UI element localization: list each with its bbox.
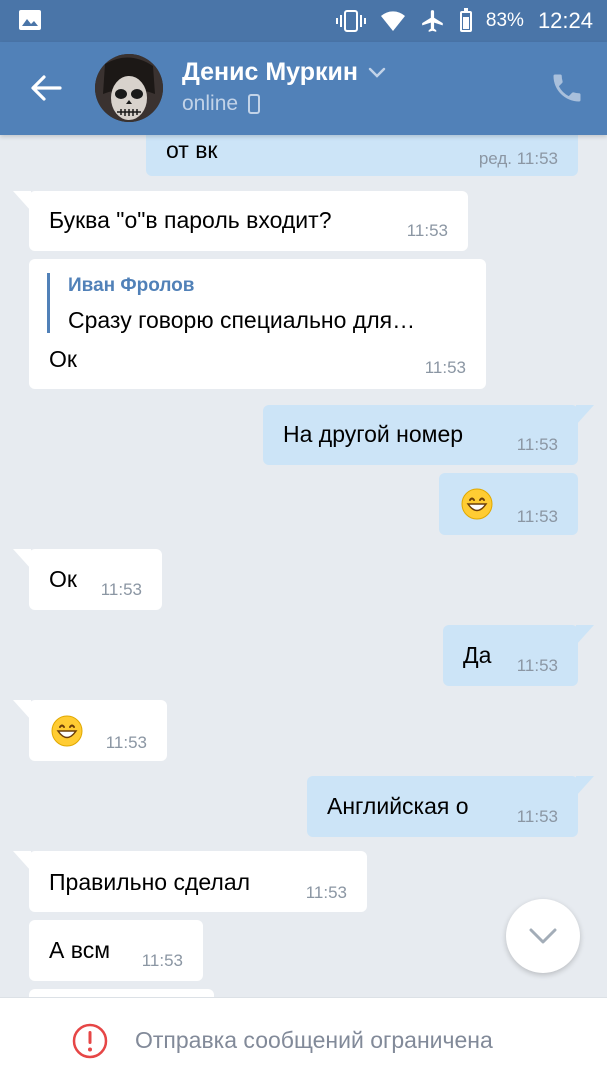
avatar[interactable] — [95, 54, 163, 122]
alert-circle-icon — [72, 1023, 108, 1059]
airplane-icon — [422, 10, 443, 32]
back-button[interactable] — [24, 68, 68, 108]
wifi-icon — [380, 11, 405, 31]
contact-status: online — [182, 92, 261, 116]
bubble-tail — [13, 549, 31, 569]
battery-percent: 83% — [485, 10, 524, 31]
status-bar: 83% 12:24 — [0, 0, 607, 42]
message-time: 11:53 — [105, 733, 147, 752]
contact-name-dropdown[interactable]: Денис Муркин — [182, 58, 386, 87]
bubble-tail — [13, 191, 31, 211]
scroll-to-bottom-button[interactable] — [506, 899, 580, 973]
reply-text: Сразу говорю специально для… — [68, 307, 416, 333]
outgoing-message[interactable]: Английская о 11:53 — [307, 776, 594, 837]
grinning-face-emoji-icon — [51, 715, 83, 747]
message-time: 11:53 — [516, 507, 558, 526]
call-button[interactable] — [549, 70, 585, 106]
bubble-tail — [13, 700, 31, 720]
bubble-tail — [13, 851, 31, 871]
outgoing-message[interactable]: На другой номер 11:53 — [263, 405, 594, 465]
incoming-message-partial[interactable] — [29, 989, 214, 997]
chevron-down-icon — [368, 67, 386, 78]
message-time: 11:53 — [100, 580, 142, 599]
message-text: Ок — [49, 566, 77, 592]
message-time: 11:53 — [516, 656, 558, 675]
online-status: online — [182, 92, 239, 115]
grinning-face-emoji-icon — [461, 488, 493, 520]
messaging-restricted-bar: Отправка сообщений ограничена — [0, 997, 607, 1080]
incoming-message[interactable]: Правильно сделал 11:53 — [13, 851, 367, 912]
chat-header: Денис Муркин online — [0, 42, 607, 135]
message-time: 11:53 — [141, 951, 183, 970]
incoming-message-with-reply[interactable]: Иван Фролов Сразу говорю специально для…… — [29, 259, 486, 389]
message-text: Английская о — [327, 793, 469, 819]
message-time: ред. 11:53 — [478, 149, 558, 168]
message-text: Правильно сделал — [49, 869, 251, 895]
bubble-tail — [576, 776, 594, 796]
message-time: 11:53 — [406, 221, 448, 240]
skull-face-avatar-icon — [95, 54, 163, 122]
message-time: 11:53 — [424, 358, 466, 377]
message-list[interactable]: от вк ред. 11:53 Буква "о"в пароль входи… — [0, 135, 607, 997]
message-text: от вк — [166, 137, 218, 163]
outgoing-message[interactable]: от вк ред. 11:53 — [146, 135, 578, 176]
vibrate-icon — [335, 10, 366, 32]
outgoing-message[interactable]: Да 11:53 — [443, 625, 594, 686]
message-text: Да — [463, 642, 492, 668]
message-text: На другой номер — [283, 421, 464, 447]
incoming-message[interactable]: Ок 11:53 — [13, 549, 162, 610]
message-text: Буква "о"в пароль входит? — [49, 207, 332, 233]
reply-quote[interactable]: Иван Фролов Сразу говорю специально для… — [47, 273, 467, 333]
incoming-message[interactable]: 11:53 — [13, 700, 167, 761]
message-time: 11:53 — [516, 807, 558, 826]
arrow-left-icon — [31, 75, 62, 101]
chevron-down-icon — [529, 928, 557, 944]
incoming-message[interactable]: А всм 11:53 — [29, 920, 203, 981]
incoming-message[interactable]: Буква "о"в пароль входит? 11:53 — [13, 191, 468, 251]
gallery-notification-icon — [19, 10, 41, 30]
bubble-tail — [576, 625, 594, 645]
contact-name: Денис Муркин — [182, 58, 358, 86]
restriction-notice: Отправка сообщений ограничена — [135, 1027, 493, 1053]
message-time: 11:53 — [305, 883, 347, 902]
outgoing-message[interactable]: 11:53 — [439, 473, 578, 535]
battery-icon — [459, 7, 472, 32]
message-text: Ок — [49, 346, 77, 372]
clock: 12:24 — [537, 8, 593, 33]
reply-author: Иван Фролов — [68, 275, 195, 296]
phone-icon — [553, 74, 581, 102]
bubble-tail — [576, 405, 594, 425]
message-time: 11:53 — [516, 435, 558, 454]
message-text: А всм — [49, 937, 111, 963]
mobile-phone-icon — [248, 94, 261, 114]
